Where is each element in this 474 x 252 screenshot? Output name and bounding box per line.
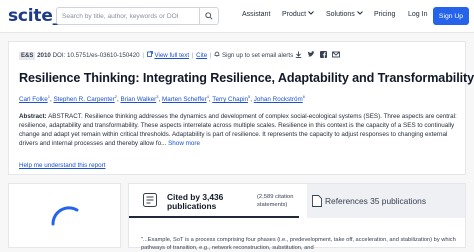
separator: | — [142, 52, 144, 59]
tab-cited-by[interactable]: Cited by 3,436 publications (2,589 citat… — [129, 184, 299, 218]
scite-logo[interactable]: scite_ — [8, 6, 61, 26]
citations-panel: Cited by 3,436 publications (2,589 citat… — [128, 183, 466, 251]
nav-product-label: Product — [282, 11, 307, 18]
tab-references[interactable]: References 35 publications — [307, 184, 465, 218]
paper-card: E&S 2010 DOI: 10.5751/es-03610-150420 | … — [8, 41, 474, 175]
cited-by-count: Cited by 3,436 publications — [167, 193, 253, 211]
search-button[interactable] — [199, 8, 218, 24]
paper-meta-row: E&S 2010 DOI: 10.5751/es-03610-150420 | … — [19, 51, 293, 60]
author-link[interactable]: Brian Walker — [120, 96, 156, 103]
external-link-icon — [146, 51, 153, 57]
citation-quote: "...Example, SoT is a process comprising… — [141, 237, 456, 251]
abstract: Abstract: ABSTRACT. Resilience thinking … — [19, 112, 459, 148]
help-understand-link[interactable]: Help me understand this report — [19, 162, 105, 169]
nav-product[interactable]: Product — [282, 11, 314, 18]
smart-citations-panel — [8, 183, 121, 248]
email-alerts-link[interactable]: Sign up to set email alerts — [222, 52, 293, 59]
author-affiliation-number: 6 — [302, 94, 305, 99]
publication-year: 2010 — [37, 52, 51, 59]
author-link[interactable]: Johan Rockström — [254, 96, 303, 103]
doi-text: DOI: 10.5751/es-03610-150420 — [52, 52, 140, 59]
help-section: Help me understand this report — [19, 162, 105, 169]
author-link[interactable]: Terry Chapin — [212, 96, 248, 103]
references-count: References 35 publications — [325, 196, 427, 206]
author-list: Carl Folke1, Stephen R. Carpenter2, Bria… — [19, 94, 305, 104]
nav-login[interactable]: Log In — [408, 11, 427, 18]
chevron-down-icon — [308, 11, 314, 15]
abstract-text: ABSTRACT. Resilience thinking addresses … — [19, 113, 457, 147]
author-affiliation-number: 3 — [156, 94, 159, 99]
facebook-icon[interactable] — [319, 51, 327, 58]
journal-tag: E&S — [19, 52, 36, 60]
author-affiliation-number: 2 — [114, 94, 117, 99]
download-icon[interactable] — [295, 51, 302, 58]
author-affiliation-number: 4 — [206, 94, 209, 99]
view-full-text-link[interactable]: View full text — [154, 52, 189, 59]
author-link[interactable]: Marten Scheffer — [162, 96, 207, 103]
nav-solutions[interactable]: Solutions — [326, 11, 363, 18]
nav-login-label: Log In — [408, 11, 428, 18]
cited-by-text: Cited by 3,436 publications — [167, 192, 224, 211]
citation-statements-count: (2,589 citation statements) — [257, 193, 307, 209]
search-box[interactable] — [56, 7, 219, 25]
search-input[interactable] — [62, 9, 192, 23]
author-affiliation-number: 1 — [47, 94, 50, 99]
nav-assistant-label: Assistant — [242, 11, 271, 18]
share-buttons — [295, 51, 340, 59]
search-icon — [205, 12, 213, 20]
author-link[interactable]: Stephen R. Carpenter — [53, 96, 114, 103]
paper-title: Resilience Thinking: Integrating Resilie… — [19, 71, 474, 85]
quote-icon — [143, 193, 157, 207]
top-navbar: scite_ Assistant Product Solutions Prici… — [0, 0, 474, 33]
document-icon — [312, 195, 322, 207]
loading-spinner-icon — [51, 206, 79, 226]
author-affiliation-number: 5 — [248, 94, 251, 99]
abstract-label: Abstract: — [19, 113, 47, 120]
twitter-icon[interactable] — [307, 51, 315, 58]
nav-pricing[interactable]: Pricing — [374, 11, 395, 18]
show-more-link[interactable]: Show more — [168, 140, 200, 147]
signup-button[interactable]: Sign Up — [433, 7, 469, 25]
chevron-down-icon — [356, 11, 363, 15]
separator: | — [191, 52, 194, 59]
cite-link[interactable]: Cite — [196, 52, 207, 59]
nav-pricing-label: Pricing — [374, 11, 396, 18]
nav-assistant[interactable]: Assistant — [242, 11, 270, 18]
nav-solutions-label: Solutions — [326, 11, 355, 18]
email-icon[interactable] — [331, 51, 340, 58]
bell-icon — [214, 51, 220, 57]
separator: | — [209, 52, 212, 59]
citation-statements-text: (2,589 citation statements) — [257, 194, 294, 208]
author-link[interactable]: Carl Folke — [19, 96, 48, 103]
